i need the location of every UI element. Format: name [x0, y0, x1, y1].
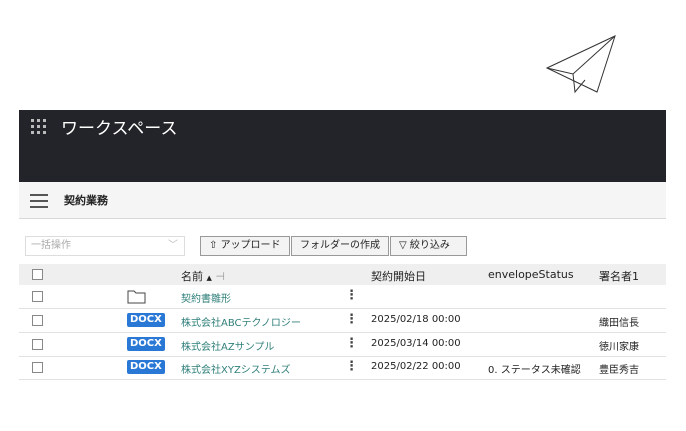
table-header: 名前 ▲ ⊣ 契約開始日 envelopeStatus 署名者1 [19, 264, 666, 285]
hamburger-icon[interactable] [30, 194, 48, 212]
create-folder-button[interactable]: フォルダーの作成 [291, 236, 389, 256]
docx-icon: DOCX [127, 360, 165, 374]
more-options-icon[interactable]: ⋮ [345, 312, 358, 328]
row-checkbox[interactable] [32, 339, 43, 350]
row-checkbox[interactable] [32, 315, 43, 326]
column-name[interactable]: 名前 ▲ ⊣ [181, 268, 225, 284]
bulk-action-select[interactable]: 一括操作 ﹀ [25, 236, 185, 256]
column-status[interactable]: envelopeStatus [488, 268, 574, 281]
column-name-label: 名前 [181, 270, 203, 283]
folder-icon [127, 290, 146, 304]
more-options-icon[interactable]: ⋮ [345, 288, 358, 304]
filter-button[interactable]: ▽ 絞り込み [390, 236, 467, 256]
upload-label: アップロード [220, 240, 281, 251]
workspace-title: ワークスペース [61, 119, 178, 139]
row-checkbox[interactable] [32, 291, 43, 302]
file-name-link[interactable]: 契約書雛形 [181, 290, 231, 305]
column-start-date[interactable]: 契約開始日 [371, 268, 426, 284]
more-options-icon[interactable]: ⋮ [345, 359, 358, 375]
file-name-link[interactable]: 株式会社AZサンプル [181, 338, 274, 353]
filter-label: 絞り込み [409, 240, 450, 251]
column-signer[interactable]: 署名者1 [599, 268, 639, 284]
filter-icon: ▽ [399, 240, 410, 251]
signer: 豊臣秀吉 [599, 365, 639, 376]
select-all-checkbox[interactable] [32, 269, 43, 280]
docx-icon: DOCX [127, 337, 165, 351]
envelope-status: 0. ステータス未確認 [488, 365, 581, 376]
table-row[interactable]: DOCX 株式会社AZサンプル ⋮ 2025/03/14 00:00 徳川家康 [19, 333, 666, 357]
table-row[interactable]: 契約書雛形 ⋮ [19, 285, 666, 309]
file-name-link[interactable]: 株式会社XYZシステムズ [181, 361, 291, 376]
file-name-link[interactable]: 株式会社ABCテクノロジー [181, 314, 301, 329]
pin-icon[interactable]: ⊣ [215, 270, 225, 283]
paper-plane-icon [545, 35, 616, 94]
upload-icon: ⇧ [209, 240, 221, 251]
docx-icon: DOCX [127, 313, 165, 327]
page-title: 契約業務 [64, 194, 108, 207]
table-row[interactable]: DOCX 株式会社XYZシステムズ ⋮ 2025/02/22 00:00 0. … [19, 356, 666, 380]
subheader [19, 182, 666, 219]
start-date: 2025/03/14 00:00 [371, 338, 461, 349]
row-checkbox[interactable] [32, 362, 43, 373]
more-options-icon[interactable]: ⋮ [345, 336, 358, 352]
start-date: 2025/02/22 00:00 [371, 361, 461, 372]
signer: 織田信長 [599, 318, 639, 329]
grid-icon[interactable] [31, 119, 47, 135]
upload-button[interactable]: ⇧ アップロード [200, 236, 290, 256]
chevron-down-icon: ﹀ [168, 240, 178, 251]
table-row[interactable]: DOCX 株式会社ABCテクノロジー ⋮ 2025/02/18 00:00 織田… [19, 309, 666, 333]
bulk-placeholder: 一括操作 [31, 240, 71, 251]
signer: 徳川家康 [599, 342, 639, 353]
sort-asc-icon: ▲ [206, 274, 212, 282]
start-date: 2025/02/18 00:00 [371, 314, 461, 325]
